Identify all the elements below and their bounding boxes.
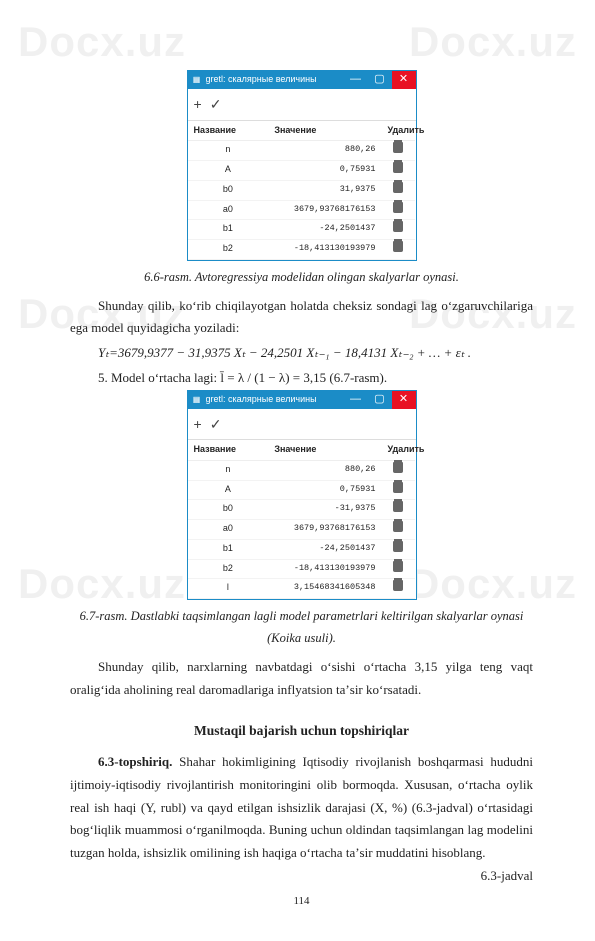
scalars-table: Название Значение Удалить n 880,26 A 0,7… xyxy=(188,121,416,260)
table-row: n xyxy=(188,141,269,161)
col-name: Название xyxy=(188,440,269,461)
maximize-button[interactable]: ▢ xyxy=(368,391,392,409)
delete-row-button[interactable] xyxy=(381,220,415,240)
delete-row-button[interactable] xyxy=(381,500,415,520)
task-text: Shahar hokimligining Iqtisodiy rivojlani… xyxy=(70,754,533,860)
trash-icon xyxy=(393,561,403,572)
paragraph: Shunday qilib, koʻrib chiqilayotgan hola… xyxy=(70,295,533,341)
trash-icon xyxy=(393,482,403,493)
col-delete: Удалить xyxy=(381,440,415,461)
table-row: b1 xyxy=(188,540,269,560)
table-row: b0 xyxy=(188,500,269,520)
delete-row-button[interactable] xyxy=(381,520,415,540)
trash-icon xyxy=(393,142,403,153)
delete-row-button[interactable] xyxy=(381,201,415,221)
table-row: 0,75931 xyxy=(268,481,381,501)
table-row: 880,26 xyxy=(268,461,381,481)
gretl-window-1: ▦ gretl: скалярные величины — ▢ ✕ + ✓ На… xyxy=(187,70,417,261)
table-row: A xyxy=(188,481,269,501)
page-number: 114 xyxy=(70,892,533,911)
trash-icon xyxy=(393,462,403,473)
delete-row-button[interactable] xyxy=(381,240,415,260)
paragraph: 5. Model oʻrtacha lagi: l̄ = λ / (1 − λ)… xyxy=(70,367,533,390)
figure-caption: 6.7-rasm. Dastlabki taqsimlangan lagli m… xyxy=(70,606,533,650)
minimize-button[interactable]: — xyxy=(344,391,368,409)
window-title: gretl: скалярные величины xyxy=(206,72,344,88)
table-row: b2 xyxy=(188,240,269,260)
trash-icon xyxy=(393,541,403,552)
maximize-button[interactable]: ▢ xyxy=(368,71,392,89)
col-value: Значение xyxy=(268,121,381,142)
task-label: 6.3-topshiriq. xyxy=(98,754,172,769)
titlebar: ▦ gretl: скалярные величины — ▢ ✕ xyxy=(188,391,416,409)
trash-icon xyxy=(393,202,403,213)
trash-icon xyxy=(393,221,403,232)
confirm-button[interactable]: ✓ xyxy=(210,92,222,117)
gretl-window-2: ▦ gretl: скалярные величины — ▢ ✕ + ✓ На… xyxy=(187,390,417,601)
col-name: Название xyxy=(188,121,269,142)
add-button[interactable]: + xyxy=(194,92,202,117)
add-button[interactable]: + xyxy=(194,412,202,437)
table-row: n xyxy=(188,461,269,481)
toolbar: + ✓ xyxy=(188,89,416,121)
table-row: -24,2501437 xyxy=(268,540,381,560)
task-paragraph: 6.3-topshiriq. Shahar hokimligining Iqti… xyxy=(70,751,533,865)
paragraph: Shunday qilib, narxlarning navbatdagi oʻ… xyxy=(70,656,533,702)
trash-icon xyxy=(393,501,403,512)
page-content: ▦ gretl: скалярные величины — ▢ ✕ + ✓ На… xyxy=(0,0,595,941)
table-row: 3679,93768176153 xyxy=(268,520,381,540)
app-icon: ▦ xyxy=(192,395,202,405)
trash-icon xyxy=(393,521,403,532)
delete-row-button[interactable] xyxy=(381,161,415,181)
table-row: 3679,93768176153 xyxy=(268,201,381,221)
delete-row-button[interactable] xyxy=(381,481,415,501)
table-row: a0 xyxy=(188,520,269,540)
trash-icon xyxy=(393,580,403,591)
delete-row-button[interactable] xyxy=(381,181,415,201)
trash-icon xyxy=(393,241,403,252)
col-delete: Удалить xyxy=(381,121,415,142)
close-button[interactable]: ✕ xyxy=(392,391,416,409)
toolbar: + ✓ xyxy=(188,409,416,441)
table-row: -18,413130193979 xyxy=(268,560,381,580)
table-row: b0 xyxy=(188,181,269,201)
delete-row-button[interactable] xyxy=(381,560,415,580)
window-title: gretl: скалярные величины xyxy=(206,392,344,408)
table-reference: 6.3-jadval xyxy=(70,865,533,888)
trash-icon xyxy=(393,162,403,173)
table-row: -31,9375 xyxy=(268,500,381,520)
table-row: -24,2501437 xyxy=(268,220,381,240)
trash-icon xyxy=(393,182,403,193)
table-row: 880,26 xyxy=(268,141,381,161)
table-row: 0,75931 xyxy=(268,161,381,181)
confirm-button[interactable]: ✓ xyxy=(210,412,222,437)
col-value: Значение xyxy=(268,440,381,461)
delete-row-button[interactable] xyxy=(381,579,415,599)
formula: Yₜ=3679,9377 − 31,9375 Xₜ − 24,2501 Xₜ₋₁… xyxy=(70,342,533,365)
table-row: b1 xyxy=(188,220,269,240)
table-row: A xyxy=(188,161,269,181)
figure-caption: 6.6-rasm. Avtoregressiya modelidan oling… xyxy=(70,267,533,289)
delete-row-button[interactable] xyxy=(381,540,415,560)
minimize-button[interactable]: — xyxy=(344,71,368,89)
table-row: b2 xyxy=(188,560,269,580)
delete-row-button[interactable] xyxy=(381,461,415,481)
close-button[interactable]: ✕ xyxy=(392,71,416,89)
table-row: a0 xyxy=(188,201,269,221)
section-heading: Mustaqil bajarish uchun topshiriqlar xyxy=(70,719,533,743)
delete-row-button[interactable] xyxy=(381,141,415,161)
titlebar: ▦ gretl: скалярные величины — ▢ ✕ xyxy=(188,71,416,89)
table-row: -18,413130193979 xyxy=(268,240,381,260)
app-icon: ▦ xyxy=(192,75,202,85)
table-row: 31,9375 xyxy=(268,181,381,201)
table-row: l xyxy=(188,579,269,599)
scalars-table: Название Значение Удалить n 880,26 A 0,7… xyxy=(188,440,416,599)
table-row: 3,15468341605348 xyxy=(268,579,381,599)
